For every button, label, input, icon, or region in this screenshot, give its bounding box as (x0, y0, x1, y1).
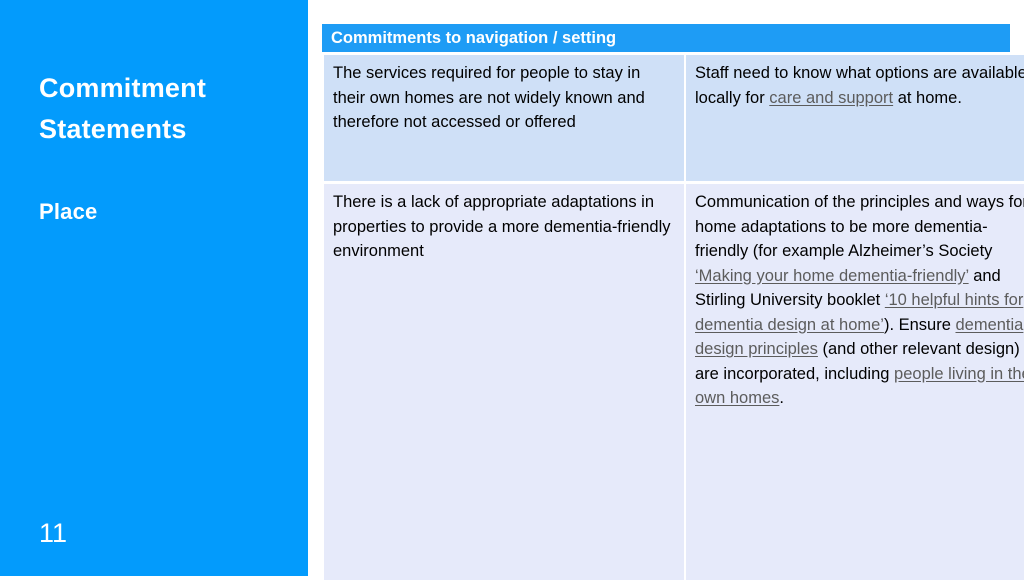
cell-text: The services required for people to stay… (333, 61, 676, 135)
table-cell-challenge: There is a lack of appropriate adaptatio… (323, 183, 685, 580)
inline-link[interactable]: care and support (769, 89, 893, 107)
inline-text: . (779, 389, 784, 407)
slide-sidebar: Commitment Statements Place 11 (0, 0, 308, 576)
page-number: 11 (39, 516, 67, 550)
table-row: The services required for people to stay… (323, 54, 1024, 183)
inline-text: Communication of the principles and ways… (695, 193, 1024, 260)
cell-text: There is a lack of appropriate adaptatio… (333, 190, 676, 264)
page-subtitle: Place (39, 192, 289, 232)
table-body: The services required for people to stay… (322, 52, 1024, 580)
page-title-line-1: Commitment (39, 73, 206, 103)
table-row: There is a lack of appropriate adaptatio… (323, 183, 1024, 580)
cell-rich-text: Staff need to know what options are avai… (695, 61, 1024, 110)
table-header: Commitments to navigation / setting (322, 24, 1010, 52)
table-cell-commitment: Communication of the principles and ways… (685, 183, 1024, 580)
page-title: Commitment Statements (39, 68, 289, 150)
table-cell-commitment: Staff need to know what options are avai… (685, 54, 1024, 183)
commitments-table: Commitments to navigation / setting The … (322, 24, 1010, 568)
inline-text: at home. (893, 89, 962, 107)
table-cell-challenge: The services required for people to stay… (323, 54, 685, 183)
page-title-line-2: Statements (39, 114, 187, 144)
cell-rich-text: Communication of the principles and ways… (695, 190, 1024, 411)
inline-link[interactable]: ‘Making your home dementia-friendly’ (695, 267, 969, 285)
slide-canvas: Commitment Statements Place 11 Commitmen… (0, 0, 1024, 576)
inline-text: ). Ensure (884, 316, 956, 334)
